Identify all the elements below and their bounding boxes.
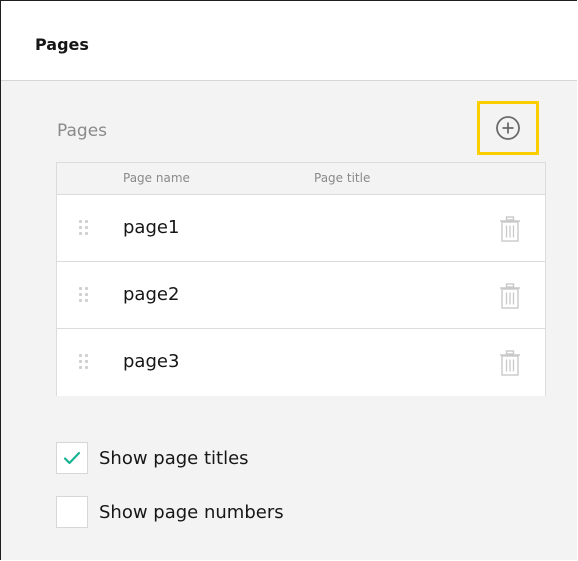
panel-title: Pages	[35, 35, 89, 54]
table-row: page2	[57, 262, 545, 329]
drag-handle-icon[interactable]	[79, 287, 89, 305]
trash-icon[interactable]	[499, 350, 521, 376]
show-page-numbers-checkbox[interactable]	[56, 496, 88, 528]
panel-body: Pages Page name Page title page1 page2 p…	[1, 81, 577, 560]
page-name-cell[interactable]: page3	[123, 351, 179, 372]
show-page-numbers-label[interactable]: Show page numbers	[99, 502, 284, 523]
show-page-titles-label[interactable]: Show page titles	[99, 448, 249, 469]
pages-section-title: Pages	[57, 121, 108, 141]
show-page-titles-option[interactable]: Show page titles	[56, 441, 249, 475]
trash-icon[interactable]	[499, 283, 521, 309]
column-header-page-title: Page title	[314, 171, 371, 185]
page-name-cell[interactable]: page1	[123, 217, 179, 238]
column-header-page-name: Page name	[123, 171, 190, 185]
panel-header: Pages	[1, 1, 577, 81]
table-row: page1	[57, 195, 545, 262]
page-name-cell[interactable]: page2	[123, 284, 179, 305]
drag-handle-icon[interactable]	[79, 220, 89, 238]
table-row: page3	[57, 329, 545, 396]
checkmark-icon	[63, 451, 81, 465]
show-page-numbers-option[interactable]: Show page numbers	[56, 495, 284, 529]
drag-handle-icon[interactable]	[79, 354, 89, 372]
trash-icon[interactable]	[499, 216, 521, 242]
pages-panel: Pages Pages Page name Page title page1 p…	[0, 0, 577, 560]
add-page-button[interactable]	[477, 101, 539, 155]
pages-table: Page name Page title page1 page2 page3	[56, 162, 546, 396]
plus-circle-icon	[496, 116, 520, 140]
table-header: Page name Page title	[57, 163, 545, 195]
show-page-titles-checkbox[interactable]	[56, 442, 88, 474]
